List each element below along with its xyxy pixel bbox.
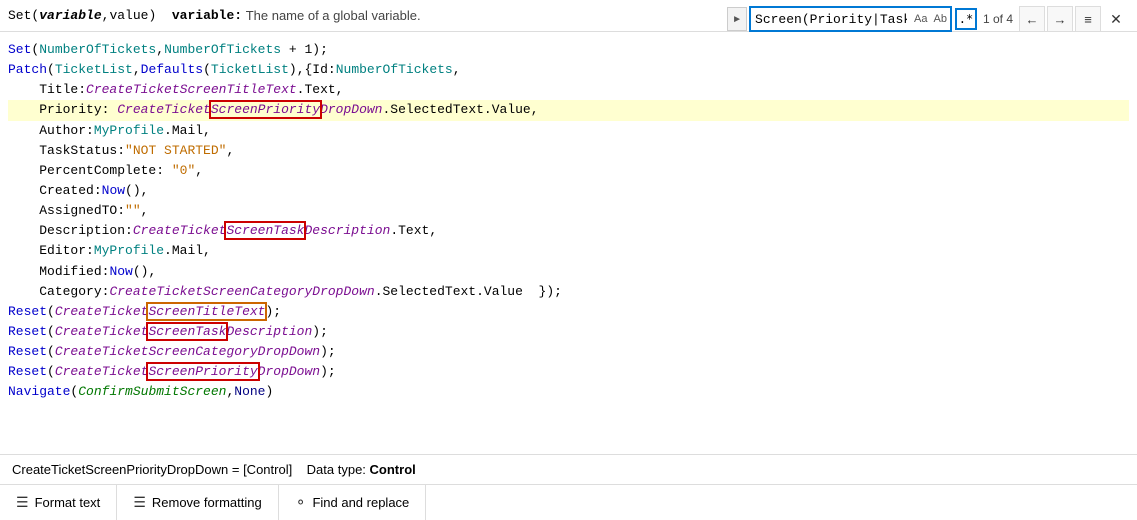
search-regex-button[interactable]: .* <box>955 8 977 30</box>
param-variable: variable <box>39 8 101 23</box>
search-input[interactable] <box>751 12 911 27</box>
find-replace-label: Find and replace <box>312 495 409 510</box>
format-text-button[interactable]: ☰ Format text <box>0 485 117 520</box>
code-line-11: Editor:MyProfile.Mail, <box>8 241 1129 261</box>
set-keyword: Set( <box>8 8 39 23</box>
find-replace-icon: ⚬ <box>295 494 307 511</box>
code-line-1: Set(NumberOfTickets,NumberOfTickets + 1)… <box>8 40 1129 60</box>
search-word-button[interactable]: Ab <box>931 13 950 25</box>
search-area: ► Aa Ab .* 1 of 4 ← → ≡ ✕ <box>727 6 1129 32</box>
search-prev-button[interactable]: ← <box>1019 6 1045 32</box>
code-line-17: Reset(CreateTicketScreenPriorityDropDown… <box>8 362 1129 382</box>
code-line-5: Author:MyProfile.Mail, <box>8 121 1129 141</box>
header-separator: variable: <box>172 8 242 23</box>
code-line-10: Description:CreateTicketScreenTaskDescri… <box>8 221 1129 241</box>
search-expand-button[interactable]: ► <box>727 7 747 31</box>
param-value: value <box>109 8 148 23</box>
code-line-3: Title:CreateTicketScreenTitleText.Text, <box>8 80 1129 100</box>
param-separator: , <box>102 8 110 23</box>
search-input-box: Aa Ab <box>749 6 952 32</box>
remove-formatting-label: Remove formatting <box>152 495 262 510</box>
code-line-16: Reset(CreateTicketScreenCategoryDropDown… <box>8 342 1129 362</box>
code-line-7: PercentComplete: "0", <box>8 161 1129 181</box>
remove-formatting-icon: ☰ <box>133 494 146 511</box>
format-text-label: Format text <box>35 495 101 510</box>
code-line-8: Created:Now(), <box>8 181 1129 201</box>
code-line-14: Reset(CreateTicketScreenTitleText); <box>8 302 1129 322</box>
search-count: 1 of 4 <box>979 12 1017 26</box>
remove-formatting-button[interactable]: ☰ Remove formatting <box>117 485 278 520</box>
status-text: CreateTicketScreenPriorityDropDown = [Co… <box>12 462 416 477</box>
code-line-2: Patch(TicketList,Defaults(TicketList),{I… <box>8 60 1129 80</box>
code-line-9: AssignedTO:"", <box>8 201 1129 221</box>
main-content: Set(NumberOfTickets,NumberOfTickets + 1)… <box>0 32 1137 520</box>
code-editor[interactable]: Set(NumberOfTickets,NumberOfTickets + 1)… <box>0 32 1137 454</box>
format-text-icon: ☰ <box>16 494 29 511</box>
param-close: ) <box>148 8 171 23</box>
code-line-6: TaskStatus:"NOT STARTED", <box>8 141 1129 161</box>
code-line-13: Category:CreateTicketScreenCategoryDropD… <box>8 282 1129 302</box>
search-close-button[interactable]: ✕ <box>1103 6 1129 32</box>
footer-bar: ☰ Format text ☰ Remove formatting ⚬ Find… <box>0 484 1137 520</box>
find-replace-button[interactable]: ⚬ Find and replace <box>279 485 427 520</box>
header-description: The name of a global variable. <box>242 8 421 23</box>
status-datatype: Control <box>370 462 416 477</box>
code-line-18: Navigate(ConfirmSubmitScreen,None) <box>8 382 1129 402</box>
code-line-15: Reset(CreateTicketScreenTaskDescription)… <box>8 322 1129 342</box>
code-line-4: Priority: CreateTicketScreenPriorityDrop… <box>8 100 1129 120</box>
search-next-button[interactable]: → <box>1047 6 1073 32</box>
status-bar: CreateTicketScreenPriorityDropDown = [Co… <box>0 454 1137 484</box>
search-list-button[interactable]: ≡ <box>1075 6 1101 32</box>
search-case-button[interactable]: Aa <box>911 13 930 25</box>
code-line-12: Modified:Now(), <box>8 262 1129 282</box>
